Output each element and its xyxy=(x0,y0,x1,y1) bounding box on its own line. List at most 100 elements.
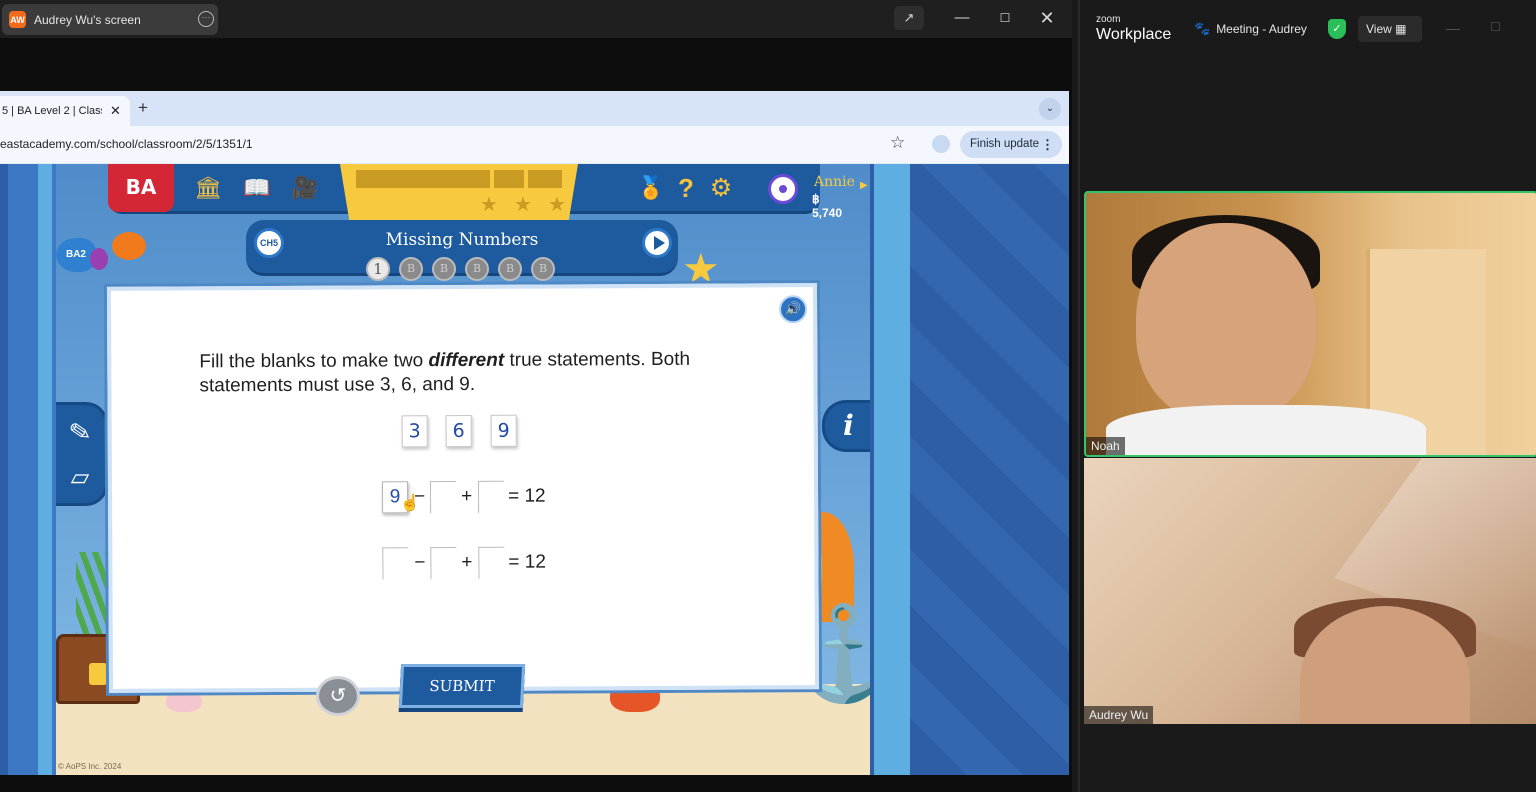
browser-tab-active[interactable]: 5 | BA Level 2 | Class ✕ xyxy=(0,96,130,126)
left-border-strip xyxy=(0,164,56,775)
game-stage: BA2 ★ ⚓ BA 🏛 📖 🎥 ★ ★ ★ 🏅 ? ⚙ Annie ฿ 5,7… xyxy=(56,164,870,775)
ellipsis-circle-icon[interactable]: ··· xyxy=(198,11,214,27)
school-icon[interactable]: 🏛 xyxy=(194,174,222,202)
address-bar: eastacademy.com/school/classroom/2/5/135… xyxy=(0,126,1069,163)
zoom-workplace-logo: Workplace xyxy=(1096,26,1172,43)
view-button[interactable]: View ▦ xyxy=(1358,16,1422,42)
progress-star-icon: ★ xyxy=(480,194,498,216)
minimize-button[interactable]: — xyxy=(947,6,977,30)
participant-shirt xyxy=(1106,405,1426,455)
user-avatar[interactable] xyxy=(768,174,798,204)
equation-row: − + = 12 xyxy=(382,546,582,580)
participant-name-tag: Noah xyxy=(1086,437,1125,455)
submit-button[interactable]: SUBMIT xyxy=(398,664,526,708)
activity-header: CH5 Missing Numbers xyxy=(246,220,678,276)
user-menu-arrow-icon[interactable]: ▶ xyxy=(860,180,868,191)
gear-icon[interactable]: ⚙ xyxy=(707,174,735,202)
new-tab-button[interactable]: + xyxy=(138,98,148,118)
zoom-minimize-button[interactable]: — xyxy=(1446,20,1460,36)
desktop: AW Audrey Wu's screen ··· ↗ — ☐ ✕ 5 | BA… xyxy=(0,0,1536,792)
zoom-logo-small: zoom xyxy=(1096,14,1121,25)
eraser-icon[interactable]: ▱ xyxy=(62,461,98,495)
activity-title: Missing Numbers xyxy=(385,230,539,250)
participants-icon: 🐾 xyxy=(1194,21,1211,36)
progress-banner: ★ ★ ★ xyxy=(340,164,578,222)
game-top-nav: BA 🏛 📖 🎥 ★ ★ ★ 🏅 ? ⚙ Annie ฿ 5,740 ▶ xyxy=(108,164,868,222)
tab-close-icon[interactable]: ✕ xyxy=(110,103,121,119)
participant-name-tag: Audrey Wu xyxy=(1084,706,1154,724)
purple-fish-decoration xyxy=(90,248,108,270)
question-dot[interactable]: B xyxy=(465,257,489,281)
plus-operator: + xyxy=(461,551,473,574)
finish-update-label: Finish update xyxy=(970,138,1040,150)
game-viewport: BA2 ★ ⚓ BA 🏛 📖 🎥 ★ ★ ★ 🏅 ? ⚙ Annie ฿ 5,7… xyxy=(0,164,1069,775)
bookmark-star-icon[interactable]: ☆ xyxy=(890,133,905,153)
question-dot[interactable]: B xyxy=(432,257,456,281)
plus-operator: + xyxy=(460,485,473,508)
award-icon[interactable]: 🏅 xyxy=(637,174,665,202)
video-camera-icon[interactable]: 🎥 xyxy=(291,174,319,202)
help-icon[interactable]: ? xyxy=(672,174,700,202)
user-coins: ฿ 5,740 xyxy=(812,192,843,220)
share-source-chip[interactable]: AW Audrey Wu's screen ··· xyxy=(2,4,218,35)
clam-icon xyxy=(166,690,202,712)
answer-blank[interactable] xyxy=(382,547,409,580)
browser-window: 5 | BA Level 2 | Class ✕ + ⌄ eastacademy… xyxy=(0,91,1069,775)
zoom-maximize-button[interactable]: ☐ xyxy=(1490,20,1501,34)
restart-icon[interactable]: ↺ xyxy=(316,676,360,716)
equation-row: 9 − + = 12 ☝ xyxy=(381,480,582,514)
answer-blank[interactable] xyxy=(478,546,505,579)
equation-result: = 12 xyxy=(508,551,546,573)
security-shield-icon[interactable]: ✓ xyxy=(1328,19,1346,39)
video-tile[interactable]: Audrey Wu xyxy=(1084,458,1536,724)
audio-speaker-icon[interactable]: 🔊 xyxy=(778,295,808,324)
answer-blank[interactable] xyxy=(430,547,457,580)
profile-avatar[interactable] xyxy=(932,135,950,153)
number-tile[interactable]: 3 xyxy=(401,415,428,448)
drawing-tools-panel: ✎ ▱ xyxy=(56,402,108,506)
info-icon: i xyxy=(843,409,854,442)
participant-face xyxy=(1136,223,1316,423)
answer-blank[interactable] xyxy=(429,481,457,514)
hand-cursor-icon: ☝ xyxy=(400,495,421,513)
question-dot[interactable]: B xyxy=(498,257,522,281)
close-button[interactable]: ✕ xyxy=(1032,6,1062,30)
number-tile[interactable]: 9 xyxy=(490,414,517,447)
answer-blank[interactable] xyxy=(477,480,505,513)
tab-title: 5 | BA Level 2 | Class xyxy=(2,105,102,117)
shared-screen-window: AW Audrey Wu's screen ··· ↗ — ☐ ✕ 5 | BA… xyxy=(0,0,1072,792)
video-tile-active-speaker[interactable]: Noah xyxy=(1084,191,1536,457)
meeting-info[interactable]: 🐾 Meeting - Audrey xyxy=(1194,18,1307,40)
question-dot-current[interactable]: 1 xyxy=(366,257,390,281)
minus-operator: − xyxy=(414,552,426,574)
browser-menu-icon[interactable]: ⋮ xyxy=(1041,131,1054,158)
orange-fish-decoration xyxy=(112,232,146,260)
url-field[interactable]: eastacademy.com/school/classroom/2/5/135… xyxy=(0,137,253,151)
equation-result: = 12 xyxy=(507,485,546,507)
number-tile[interactable]: 6 xyxy=(445,414,472,448)
progress-star-icon: ★ xyxy=(514,194,532,216)
play-video-button[interactable] xyxy=(642,228,672,258)
meeting-title: Meeting - Audrey xyxy=(1216,22,1307,36)
maximize-button[interactable]: ☐ xyxy=(990,6,1020,30)
progress-star-icon: ★ xyxy=(548,194,566,216)
tab-search-button[interactable]: ⌄ xyxy=(1039,98,1061,120)
info-button[interactable]: i xyxy=(822,400,870,452)
share-titlebar: AW Audrey Wu's screen ··· ↗ — ☐ ✕ xyxy=(0,0,1072,38)
pencil-icon[interactable]: ✎ xyxy=(59,412,100,452)
tab-strip: 5 | BA Level 2 | Class ✕ + ⌄ xyxy=(0,91,1069,126)
prompt-emphasis: different xyxy=(428,349,505,372)
expand-icon[interactable]: ↗ xyxy=(894,6,924,30)
problem-prompt: Fill the blanks to make two different tr… xyxy=(199,348,691,397)
question-dot[interactable]: B xyxy=(399,257,423,281)
sharer-avatar: AW xyxy=(9,11,26,28)
copyright-text: © AoPS Inc. 2024 xyxy=(58,762,122,771)
right-border-strip xyxy=(870,164,1069,775)
user-name[interactable]: Annie xyxy=(814,174,855,190)
finish-update-button[interactable]: Finish update ⋮ xyxy=(960,131,1062,158)
problem-card: 🔊 Fill the blanks to make two different … xyxy=(106,283,820,693)
book-icon[interactable]: 📖 xyxy=(243,174,271,202)
question-dot[interactable]: B xyxy=(531,257,555,281)
zoom-panel: zoom Workplace 🐾 Meeting - Audrey ✓ View… xyxy=(1078,0,1536,792)
ba-logo[interactable]: BA xyxy=(108,164,174,212)
